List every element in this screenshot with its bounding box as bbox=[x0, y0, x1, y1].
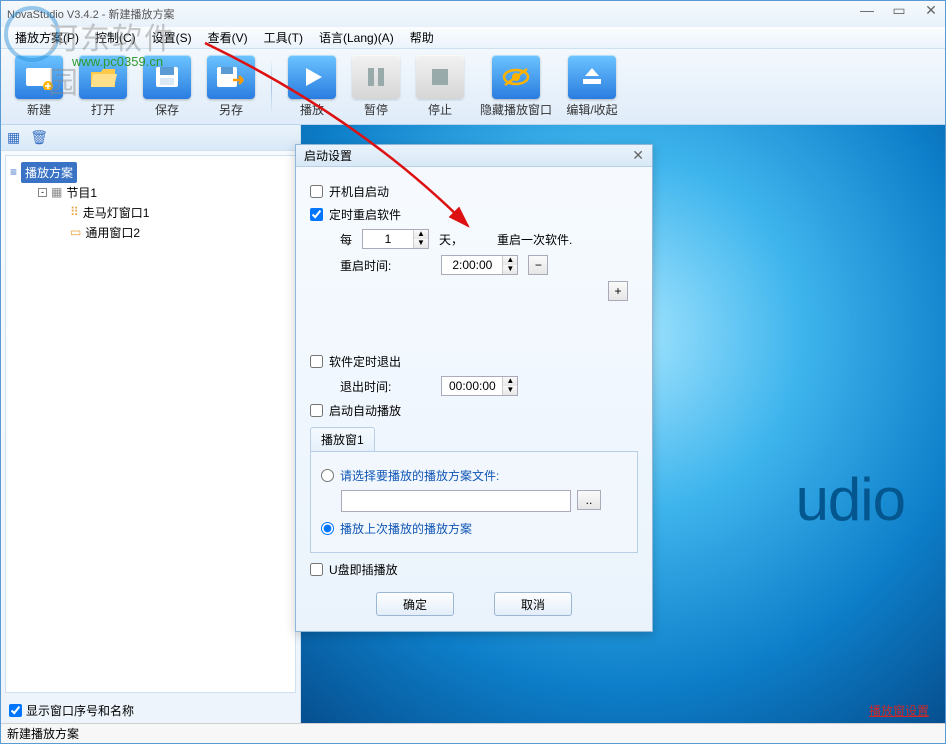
auto-play-label: 启动自动播放 bbox=[329, 402, 401, 419]
tree-marquee-window[interactable]: ⠿ 走马灯窗口1 bbox=[10, 202, 291, 222]
maximize-button[interactable]: ▭ bbox=[891, 3, 907, 19]
restart-time-plus[interactable]: + bbox=[608, 281, 628, 301]
restart-time-label: 重启时间: bbox=[340, 257, 391, 274]
restart-time-minus[interactable]: − bbox=[528, 255, 548, 275]
tb-save[interactable]: 保存 bbox=[139, 55, 195, 118]
radio-select-label: 请选择要播放的播放方案文件: bbox=[340, 467, 499, 484]
timed-restart-checkbox[interactable] bbox=[310, 208, 323, 221]
exit-time-down[interactable]: ▼ bbox=[503, 386, 517, 395]
menu-language[interactable]: 语言(Lang)(A) bbox=[311, 29, 402, 46]
tb-hide-window[interactable]: 隐藏播放窗口 bbox=[476, 55, 556, 118]
restart-time-input[interactable] bbox=[442, 256, 502, 274]
tb-edit-collapse[interactable]: 编辑/收起 bbox=[564, 55, 620, 118]
menu-control[interactable]: 控制(C) bbox=[87, 29, 144, 46]
browse-button[interactable]: .. bbox=[577, 490, 601, 510]
menu-play-scheme[interactable]: 播放方案(P) bbox=[7, 29, 87, 46]
tb-play[interactable]: 播放 bbox=[284, 55, 340, 118]
auto-start-checkbox[interactable] bbox=[310, 185, 323, 198]
radio-last-label: 播放上次播放的播放方案 bbox=[340, 520, 472, 537]
tree-program[interactable]: - ▦ 节目1 bbox=[10, 182, 291, 202]
statusbar: 新建播放方案 bbox=[1, 723, 945, 743]
preview-brand-text: udio bbox=[796, 465, 905, 534]
timed-restart-label: 定时重启软件 bbox=[329, 206, 401, 223]
auto-play-checkbox[interactable] bbox=[310, 404, 323, 417]
auto-start-label: 开机自启动 bbox=[329, 183, 389, 200]
exit-time-label: 退出时间: bbox=[340, 378, 391, 395]
tb-saveas[interactable]: 另存 bbox=[203, 55, 259, 118]
menubar: 播放方案(P) 控制(C) 设置(S) 查看(V) 工具(T) 语言(Lang)… bbox=[1, 27, 945, 49]
film-icon[interactable]: ▦ bbox=[7, 129, 20, 146]
radio-select-file[interactable] bbox=[321, 469, 334, 482]
days-spinner[interactable]: ▲▼ bbox=[362, 229, 429, 249]
every-label: 每 bbox=[340, 231, 352, 248]
status-text: 新建播放方案 bbox=[7, 725, 79, 742]
tb-pause[interactable]: 暂停 bbox=[348, 55, 404, 118]
menu-help[interactable]: 帮助 bbox=[402, 29, 442, 46]
tb-stop[interactable]: 停止 bbox=[412, 55, 468, 118]
usb-play-checkbox[interactable] bbox=[310, 563, 323, 576]
days-unit-label: 天， bbox=[439, 231, 463, 248]
tree-view: ≡ 播放方案 - ▦ 节目1 ⠿ 走马灯窗口1 ▭ 通用窗口2 bbox=[5, 155, 296, 693]
cancel-button[interactable]: 取消 bbox=[494, 592, 572, 616]
exit-time-input[interactable] bbox=[442, 377, 502, 395]
restart-time-down[interactable]: ▼ bbox=[503, 265, 517, 274]
play-window-settings-link[interactable]: 播放窗设置 bbox=[869, 702, 929, 719]
startup-settings-dialog: 启动设置 ✕ 开机自启动 定时重启软件 每 ▲▼ 天， 重启一次软件. 重启时间… bbox=[295, 144, 653, 632]
dialog-title: 启动设置 bbox=[304, 147, 352, 164]
show-sequence-label: 显示窗口序号和名称 bbox=[26, 702, 134, 719]
window-title: NovaStudio V3.4.2 - 新建播放方案 bbox=[7, 6, 175, 22]
menu-settings[interactable]: 设置(S) bbox=[144, 29, 200, 46]
file-path-input[interactable] bbox=[341, 490, 571, 512]
tb-new[interactable]: 新建 bbox=[11, 55, 67, 118]
ok-button[interactable]: 确定 bbox=[376, 592, 454, 616]
titlebar: NovaStudio V3.4.2 - 新建播放方案 — ▭ ✕ bbox=[1, 1, 945, 27]
usb-play-label: U盘即插播放 bbox=[329, 561, 398, 578]
exit-time-spinner[interactable]: ▲▼ bbox=[441, 376, 518, 396]
window-icon: ▭ bbox=[70, 225, 81, 239]
radio-play-last[interactable] bbox=[321, 522, 334, 535]
trash-icon[interactable]: 🗑 bbox=[30, 129, 48, 146]
show-sequence-checkbox[interactable] bbox=[9, 704, 22, 717]
restart-once-label: 重启一次软件. bbox=[497, 231, 572, 248]
menu-view[interactable]: 查看(V) bbox=[200, 29, 256, 46]
film-icon: ▦ bbox=[51, 185, 62, 199]
grid-icon: ⠿ bbox=[70, 205, 79, 219]
sidebar: ▦ 🗑 ≡ 播放方案 - ▦ 节目1 ⠿ 走马灯窗口1 ▭ bbox=[1, 125, 301, 723]
restart-time-spinner[interactable]: ▲▼ bbox=[441, 255, 518, 275]
timed-exit-label: 软件定时退出 bbox=[329, 353, 401, 370]
close-button[interactable]: ✕ bbox=[923, 3, 939, 19]
days-down[interactable]: ▼ bbox=[414, 239, 428, 248]
minimize-button[interactable]: — bbox=[859, 3, 875, 19]
toolbar-divider bbox=[271, 59, 272, 115]
days-input[interactable] bbox=[363, 230, 413, 248]
menu-tools[interactable]: 工具(T) bbox=[256, 29, 311, 46]
tree-general-window[interactable]: ▭ 通用窗口2 bbox=[10, 222, 291, 242]
tree-root[interactable]: ≡ 播放方案 bbox=[10, 162, 291, 182]
tb-open[interactable]: 打开 bbox=[75, 55, 131, 118]
toolbar: 新建 打开 保存 另存 播放 暂停 停止 隐藏播放窗口 编辑/收起 bbox=[1, 49, 945, 125]
dialog-close-button[interactable]: ✕ bbox=[632, 147, 644, 164]
timed-exit-checkbox[interactable] bbox=[310, 355, 323, 368]
tab-play-window[interactable]: 播放窗1 bbox=[310, 427, 375, 451]
